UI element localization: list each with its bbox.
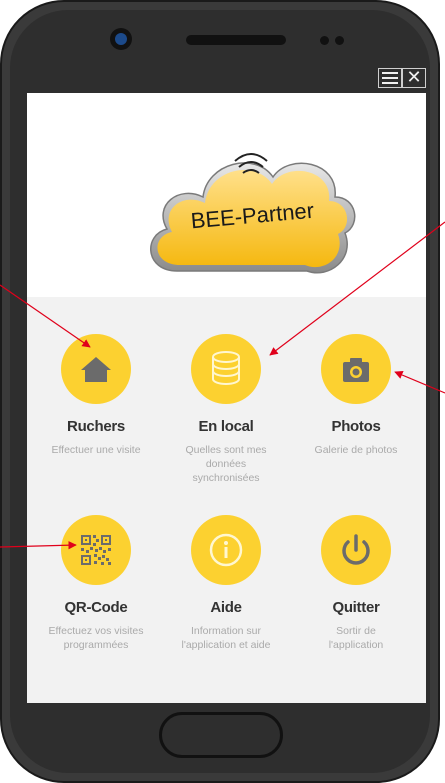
annotation-arrow (0, 284, 91, 348)
annotation-arrows (0, 221, 445, 550)
annotation-arrow (0, 541, 77, 550)
annotation-arrow (394, 371, 445, 394)
annotation-arrow (269, 221, 445, 356)
